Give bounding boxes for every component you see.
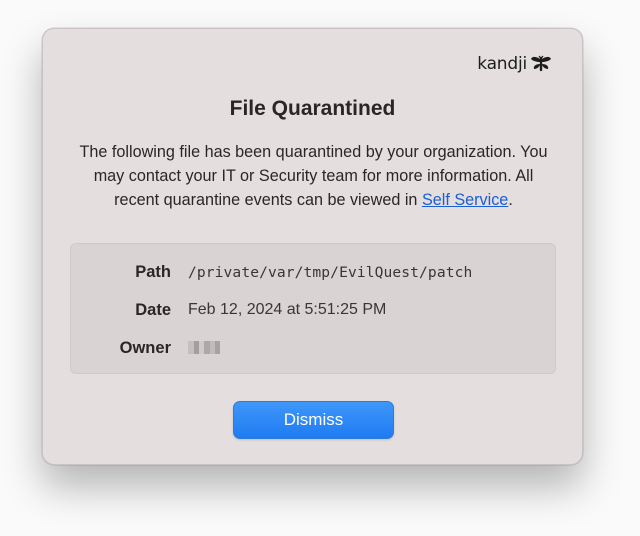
quarantine-dialog: kandji File Quarantined The following fi…: [42, 28, 583, 465]
self-service-link[interactable]: Self Service: [422, 191, 508, 209]
date-value: Feb 12, 2024 at 5:51:25 PM: [188, 301, 387, 318]
path-value: /private/var/tmp/EvilQuest/patch: [188, 263, 473, 281]
kandji-logo-text: kandji: [477, 54, 527, 74]
redacted-owner-icon: [188, 340, 220, 354]
detail-row-date: Date Feb 12, 2024 at 5:51:25 PM: [71, 298, 555, 322]
bee-icon: [531, 55, 551, 72]
owner-value: [188, 338, 220, 359]
owner-label: Owner: [119, 338, 171, 357]
dismiss-button[interactable]: Dismiss: [233, 401, 394, 439]
dialog-message: The following file has been quarantined …: [73, 140, 554, 212]
file-details-panel: Path /private/var/tmp/EvilQuest/patch Da…: [70, 243, 556, 374]
date-label: Date: [135, 300, 171, 319]
path-label: Path: [135, 262, 171, 281]
kandji-logo: kandji: [477, 54, 552, 74]
detail-row-path: Path /private/var/tmp/EvilQuest/patch: [71, 260, 555, 284]
message-suffix: .: [508, 191, 513, 209]
detail-row-owner: Owner: [71, 336, 555, 360]
dialog-title: File Quarantined: [229, 97, 396, 120]
